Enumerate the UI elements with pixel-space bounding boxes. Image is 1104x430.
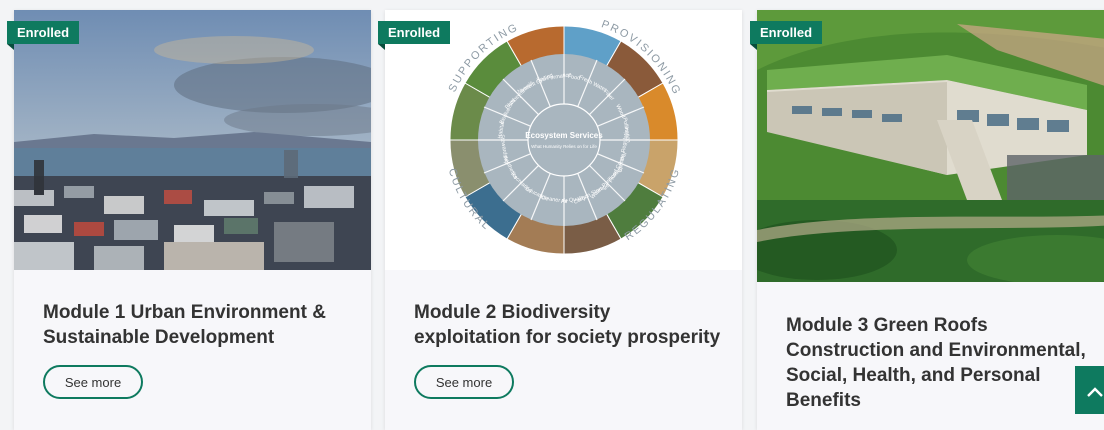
see-more-button[interactable]: See more bbox=[414, 365, 514, 399]
enrolled-badge: Enrolled bbox=[378, 21, 451, 50]
course-card-module-2[interactable]: Ecosystem Services What Humanity Relies … bbox=[378, 10, 742, 430]
course-card-module-3[interactable]: Enrolled Module 3 Green Roofs Constructi… bbox=[750, 10, 1104, 430]
chevron-up-icon bbox=[1087, 387, 1103, 397]
module-1-image bbox=[14, 10, 371, 270]
enrolled-badge: Enrolled bbox=[750, 21, 823, 50]
module-2-image: Ecosystem Services What Humanity Relies … bbox=[385, 10, 742, 270]
course-card-module-1[interactable]: Enrolled Module 1 Urban Environment & Su… bbox=[7, 10, 371, 430]
scroll-to-top-button[interactable] bbox=[1075, 366, 1104, 414]
enrolled-badge: Enrolled bbox=[7, 21, 80, 50]
see-more-button[interactable]: See more bbox=[43, 365, 143, 399]
diagram-center-title: Ecosystem Services bbox=[525, 131, 603, 140]
card-title[interactable]: Module 1 Urban Environment & Sustainable… bbox=[43, 300, 351, 350]
ecosystem-services-diagram: Ecosystem Services What Humanity Relies … bbox=[446, 18, 681, 255]
card-title[interactable]: Module 3 Green Roofs Construction and En… bbox=[786, 313, 1097, 413]
card-title[interactable]: Module 2 Biodiversity exploitation for s… bbox=[414, 300, 722, 350]
diagram-center-subtitle: What Humanity Relies on for Life bbox=[531, 144, 597, 149]
module-3-image bbox=[757, 10, 1104, 282]
